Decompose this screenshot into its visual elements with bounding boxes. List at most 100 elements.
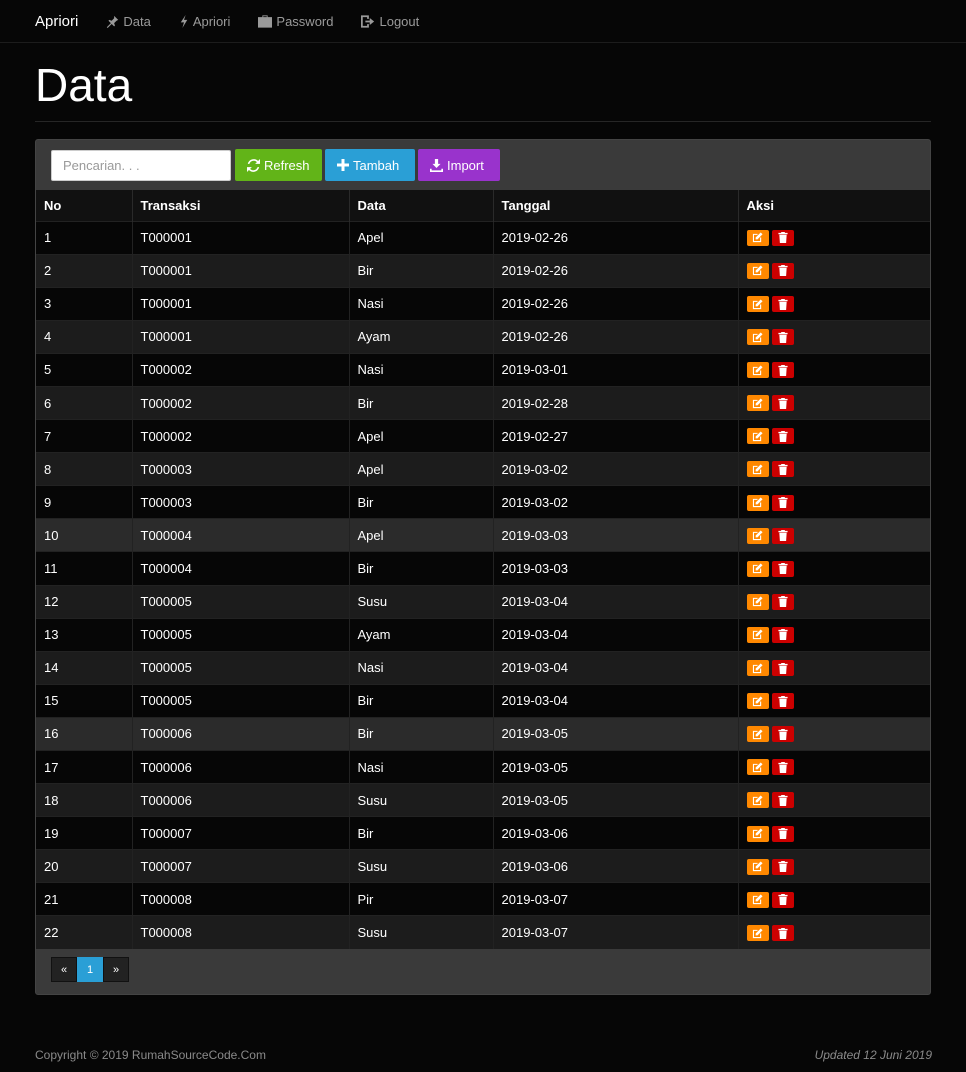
edit-button[interactable] bbox=[746, 362, 769, 379]
brand[interactable]: Apriori bbox=[35, 13, 78, 30]
pagination-prev[interactable]: « bbox=[51, 957, 77, 982]
edit-icon bbox=[752, 696, 763, 706]
edit-button[interactable] bbox=[746, 560, 769, 577]
edit-button[interactable] bbox=[746, 296, 769, 313]
edit-button[interactable] bbox=[746, 693, 769, 710]
cell-aksi bbox=[738, 882, 930, 916]
column-header-tanggal[interactable]: Tanggal bbox=[493, 190, 739, 221]
column-header-transaksi[interactable]: Transaksi bbox=[132, 190, 350, 221]
column-header-no[interactable]: No bbox=[36, 190, 133, 221]
delete-button[interactable] bbox=[771, 693, 794, 710]
search-input[interactable] bbox=[51, 149, 231, 181]
nav-item-label: Password bbox=[276, 13, 334, 29]
cell-tanggal: 2019-03-04 bbox=[493, 650, 739, 685]
edit-button[interactable] bbox=[746, 925, 769, 942]
table-row: 22 T000008 Susu 2019-03-07 bbox=[36, 915, 930, 950]
delete-button[interactable] bbox=[771, 362, 794, 379]
delete-button[interactable] bbox=[771, 428, 794, 445]
delete-button[interactable] bbox=[771, 593, 794, 610]
cell-tanggal: 2019-03-05 bbox=[493, 749, 739, 784]
delete-button[interactable] bbox=[771, 925, 794, 942]
delete-button[interactable] bbox=[771, 262, 794, 279]
trash-icon bbox=[777, 629, 788, 641]
cell-no: 13 bbox=[36, 617, 133, 652]
delete-button[interactable] bbox=[771, 759, 794, 776]
import-label: Import bbox=[447, 157, 484, 173]
trash-icon bbox=[777, 397, 788, 409]
edit-button[interactable] bbox=[746, 593, 769, 610]
cell-no: 12 bbox=[36, 584, 133, 619]
delete-button[interactable] bbox=[771, 825, 794, 842]
column-header-data[interactable]: Data bbox=[349, 190, 494, 221]
nav-item-password[interactable]: Password bbox=[258, 14, 333, 29]
nav-item-logout[interactable]: Logout bbox=[361, 14, 419, 29]
delete-button[interactable] bbox=[771, 395, 794, 412]
pushpin-icon bbox=[107, 15, 119, 28]
edit-button[interactable] bbox=[746, 461, 769, 478]
page-title: Data bbox=[35, 59, 133, 111]
delete-button[interactable] bbox=[771, 891, 794, 908]
cell-transaksi: T000002 bbox=[132, 419, 350, 453]
cell-aksi bbox=[738, 253, 930, 288]
table-row: 8 T000003 Apel 2019-03-02 bbox=[36, 452, 930, 486]
delete-button[interactable] bbox=[771, 494, 794, 511]
delete-button[interactable] bbox=[771, 726, 794, 743]
delete-button[interactable] bbox=[771, 560, 794, 577]
edit-button[interactable] bbox=[746, 660, 769, 677]
edit-button[interactable] bbox=[746, 726, 769, 743]
edit-button[interactable] bbox=[746, 626, 769, 643]
cell-data: Bir bbox=[349, 485, 494, 519]
nav-item-data[interactable]: Data bbox=[106, 14, 151, 29]
delete-button[interactable] bbox=[771, 660, 794, 677]
tambah-button[interactable]: Tambah bbox=[325, 149, 415, 181]
cell-tanggal: 2019-03-07 bbox=[493, 882, 739, 916]
table-row: 15 T000005 Bir 2019-03-04 bbox=[36, 683, 930, 718]
edit-button[interactable] bbox=[746, 262, 769, 279]
table-row: 3 T000001 Nasi 2019-02-26 bbox=[36, 286, 930, 321]
table-row: 6 T000002 Bir 2019-02-28 bbox=[36, 385, 930, 420]
edit-button[interactable] bbox=[746, 825, 769, 842]
cell-aksi bbox=[738, 518, 930, 552]
delete-button[interactable] bbox=[771, 527, 794, 544]
cell-aksi bbox=[738, 385, 930, 420]
delete-button[interactable] bbox=[771, 626, 794, 643]
cell-transaksi: T000007 bbox=[132, 816, 350, 850]
nav-item-apriori[interactable]: Apriori bbox=[179, 14, 230, 29]
edit-button[interactable] bbox=[746, 759, 769, 776]
pagination-page-1[interactable]: 1 bbox=[77, 957, 103, 982]
delete-button[interactable] bbox=[771, 461, 794, 478]
cell-data: Bir bbox=[349, 716, 494, 751]
edit-icon bbox=[752, 332, 763, 342]
cell-aksi bbox=[738, 319, 930, 354]
edit-button[interactable] bbox=[746, 527, 769, 544]
cell-data: Bir bbox=[349, 253, 494, 288]
edit-button[interactable] bbox=[746, 891, 769, 908]
trash-icon bbox=[777, 596, 788, 608]
edit-icon bbox=[752, 596, 763, 607]
edit-button[interactable] bbox=[746, 395, 769, 412]
table-row: 16 T000006 Bir 2019-03-05 bbox=[36, 716, 930, 751]
refresh-button[interactable]: Refresh bbox=[235, 149, 322, 181]
delete-button[interactable] bbox=[771, 329, 794, 346]
table-row: 1 T000001 Apel 2019-02-26 bbox=[36, 220, 930, 255]
edit-button[interactable] bbox=[746, 229, 769, 246]
delete-button[interactable] bbox=[771, 792, 794, 809]
cell-aksi bbox=[738, 617, 930, 652]
table-row: 12 T000005 Susu 2019-03-04 bbox=[36, 584, 930, 619]
cell-aksi bbox=[738, 452, 930, 486]
cell-transaksi: T000003 bbox=[132, 452, 350, 486]
cell-data: Apel bbox=[349, 518, 494, 552]
delete-button[interactable] bbox=[771, 229, 794, 246]
pagination-next[interactable]: » bbox=[103, 957, 129, 982]
delete-button[interactable] bbox=[771, 296, 794, 313]
edit-button[interactable] bbox=[746, 858, 769, 875]
delete-button[interactable] bbox=[771, 858, 794, 875]
import-button[interactable]: Import bbox=[418, 149, 500, 181]
edit-button[interactable] bbox=[746, 494, 769, 511]
logout-icon bbox=[361, 14, 375, 28]
edit-button[interactable] bbox=[746, 428, 769, 445]
edit-button[interactable] bbox=[746, 329, 769, 346]
cell-transaksi: T000001 bbox=[132, 220, 350, 255]
edit-button[interactable] bbox=[746, 792, 769, 809]
briefcase-icon bbox=[258, 14, 273, 28]
